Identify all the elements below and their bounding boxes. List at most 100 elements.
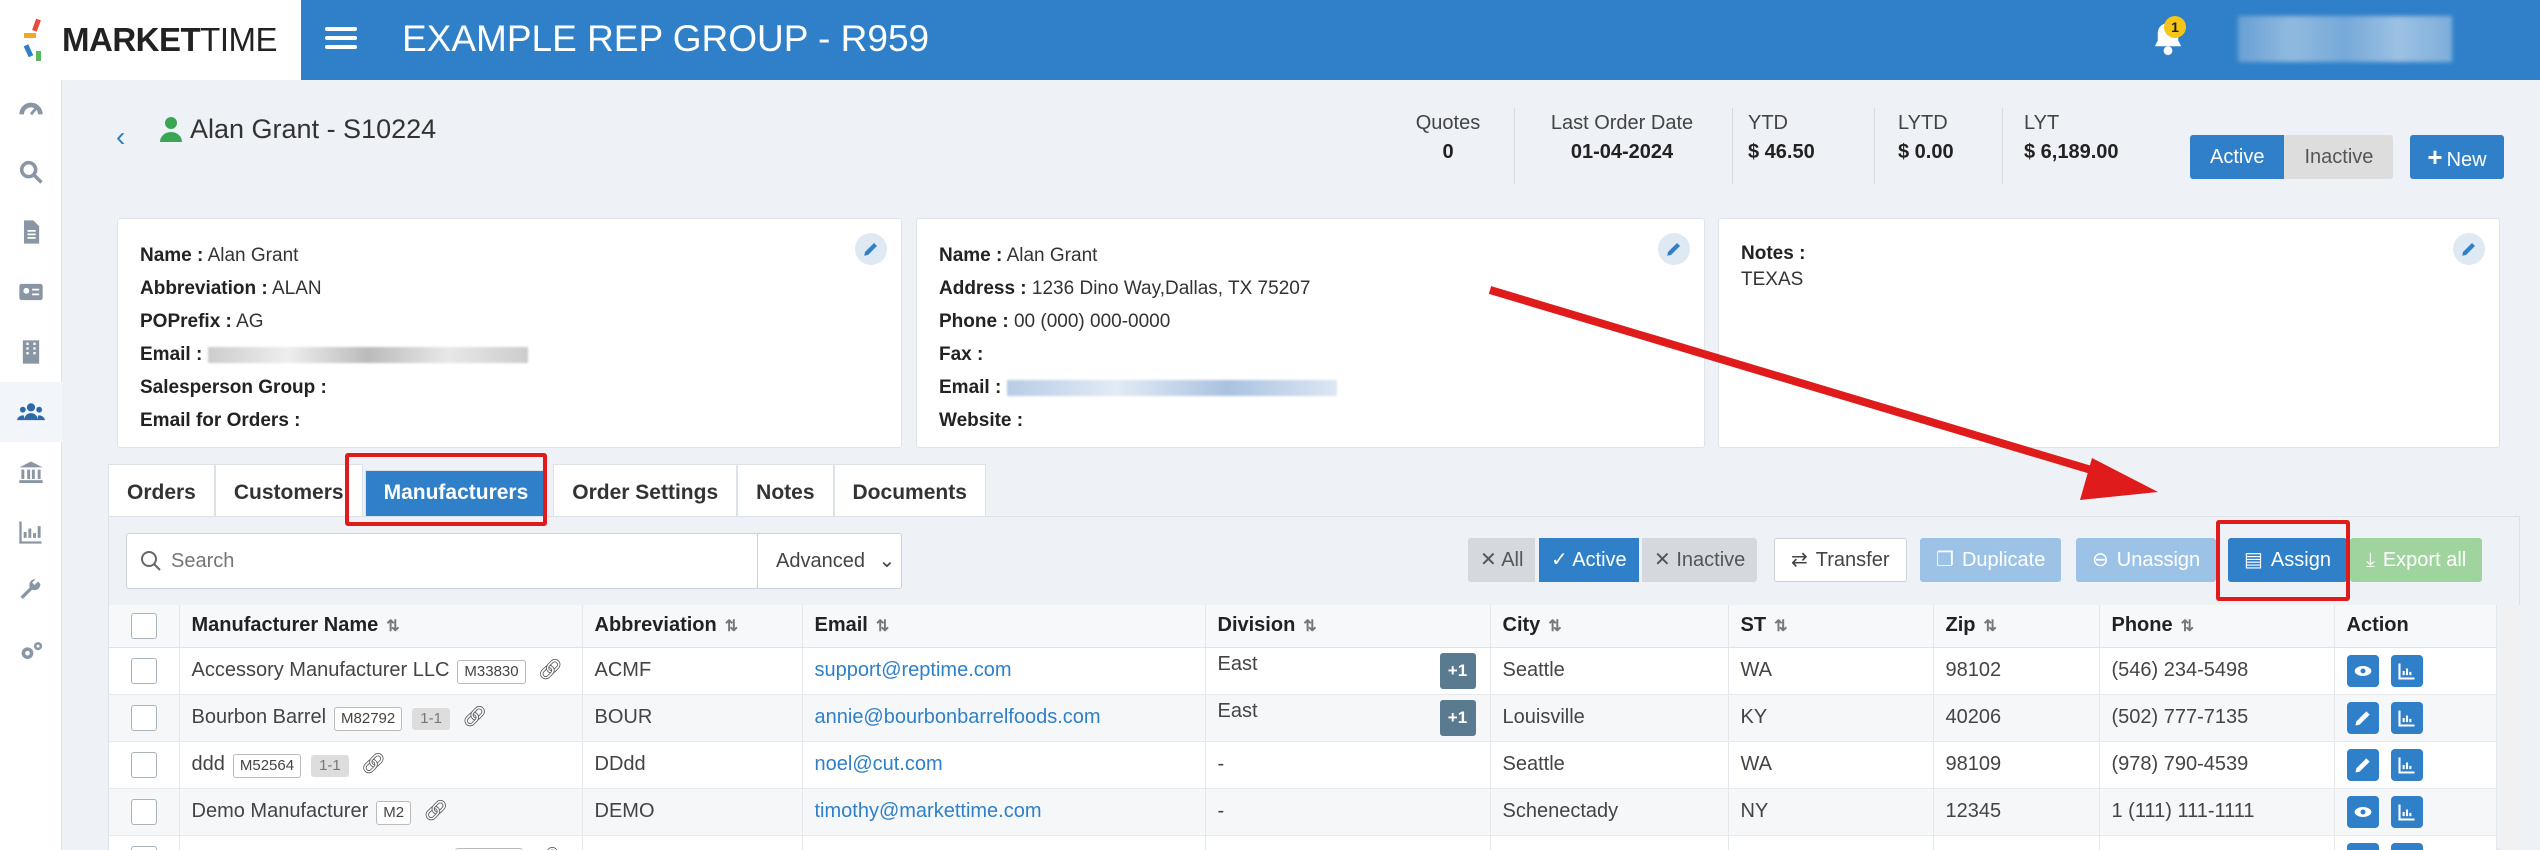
edit-icon [2355,710,2370,725]
tab-orders[interactable]: Orders [108,464,215,522]
link-icon[interactable]: 🔗︎ [462,706,487,728]
tab-notes[interactable]: Notes [737,464,834,522]
duplicate-button[interactable]: ❐ Duplicate [1920,538,2062,582]
sidebar-item-settings[interactable] [0,622,62,682]
tab-customers[interactable]: Customers [214,464,363,522]
column-header-email[interactable]: Email ⇅ [802,605,1206,648]
advanced-search-dropdown[interactable]: Advanced ⌄ [757,533,902,589]
dashboard-icon [19,102,43,116]
chart-icon [19,521,42,544]
sidebar-item-documents[interactable] [0,202,62,262]
minus-circle-icon: ⊖ [2092,549,2109,571]
link-icon[interactable]: 🔗︎ [423,800,448,822]
table-row[interactable]: Accessory Manufacturer LLC M33830 🔗︎ ACMF su… [109,647,2497,695]
cell-email: support@reptime.com [802,647,1206,695]
row-checkbox[interactable] [130,798,157,825]
division-more-badge[interactable]: +1 [1439,652,1476,689]
table-row[interactable]: Demo Manufacturer M2 🔗︎ DEMO timothy@markett… [109,788,2497,836]
table-row[interactable]: ddd M52564 1-1 🔗︎ DDdd noel@cut.com - Seattle WA… [109,741,2497,789]
report-button[interactable] [2390,701,2423,734]
sidebar-item-search[interactable] [0,142,62,202]
edit-button[interactable] [2346,701,2379,734]
assign-button-highlight [2216,520,2350,601]
user-menu[interactable] [2238,16,2452,62]
filter-inactive-button[interactable]: ✕ Inactive [1642,538,1758,582]
email-link[interactable]: noel@cut.com [815,753,943,775]
sort-icon: ⇅ [875,618,890,636]
back-icon[interactable]: ‹ [116,121,125,153]
link-icon[interactable]: 🔗︎ [361,753,386,775]
sidebar-item-tools[interactable] [0,562,62,622]
active-toggle-button[interactable]: Active [2190,135,2285,179]
column-header-abbreviation[interactable]: Abbreviation ⇅ [582,605,803,648]
search-input[interactable] [171,534,751,588]
sidebar-item-companies[interactable] [0,322,62,382]
table-row[interactable]: Bourbon Barrel M82792 1-1 🔗︎ BOUR annie@bourb… [109,694,2497,742]
sidebar-item-users[interactable] [0,382,62,442]
sort-icon: ⇅ [1983,618,1997,636]
edit-contact-button[interactable] [1658,233,1690,265]
manufacturer-name: Demo Manufacturer [191,800,369,822]
table-row[interactable]: DO NOT TOUCH MULTEMSM36622🔗︎DONO HAMMA TI… [109,835,2497,850]
edit-notes-button[interactable] [2453,233,2485,265]
cell-action [2334,835,2497,850]
cell-city: Louisville [1490,694,1729,742]
email-link[interactable]: timothy@markettime.com [815,800,1042,822]
logo[interactable]: MARKETTIME [0,0,301,80]
column-header-city[interactable]: City ⇅ [1490,605,1729,648]
row-checkbox[interactable] [130,657,157,684]
chart-icon [2397,710,2414,727]
stat-lyt: LYT $ 6,189.00 [2024,112,2119,163]
table-scrollbar[interactable] [2500,605,2520,850]
filter-active-button[interactable]: ✓ Active [1539,538,1639,582]
sort-icon: ⇅ [724,618,739,636]
column-header-st[interactable]: ST ⇅ [1728,605,1934,648]
tab-documents[interactable]: Documents [833,464,986,522]
edit-button[interactable] [2346,748,2379,781]
cell-name: Demo Manufacturer M2 🔗︎ [179,788,583,836]
report-button[interactable] [2390,748,2423,781]
search-icon [19,160,43,184]
search-icon [141,551,161,571]
row-checkbox[interactable] [130,845,157,850]
sidebar-item-bank[interactable] [0,442,62,502]
division-more-badge[interactable]: +1 [1439,699,1476,736]
edit-info-button[interactable] [855,233,887,265]
column-header-name[interactable]: Manufacturer Name ⇅ [179,605,583,648]
new-button[interactable]: + New [2410,135,2504,179]
tab-order-settings[interactable]: Order Settings [553,464,738,522]
cell-city: HAMMA TIME [1490,835,1729,850]
inactive-toggle-button[interactable]: Inactive [2284,135,2394,179]
unassign-button[interactable]: ⊖ Unassign [2076,538,2217,582]
filter-inactive-label: Inactive [1676,549,1746,571]
view-button[interactable] [2346,795,2379,828]
sidebar-item-dashboard[interactable] [0,82,62,142]
menu-toggle-button[interactable] [325,22,357,58]
export-all-button[interactable]: ⤓ Export all [2350,538,2483,582]
email-link[interactable]: annie@bourbonbarrelfoods.com [815,706,1101,728]
column-header-zip[interactable]: Zip ⇅ [1933,605,2100,648]
sidebar-item-reports[interactable] [0,502,62,562]
cell-zip: 12345 [1933,788,2100,836]
view-button[interactable] [2346,842,2379,850]
logo-mark-icon [23,18,41,61]
cell-division: East +1 [1205,694,1491,742]
division-text: East [1217,652,1258,675]
filter-all-label: All [1501,549,1524,571]
advanced-label: Advanced [776,550,865,572]
report-button[interactable] [2390,795,2423,828]
report-button[interactable] [2390,842,2423,850]
row-checkbox[interactable] [130,751,157,778]
cell-email: noel@cut.com [802,741,1206,789]
row-checkbox[interactable] [130,704,157,731]
view-button[interactable] [2346,654,2379,687]
link-icon[interactable]: 🔗︎ [538,659,563,681]
filter-all-button[interactable]: ✕ All [1468,538,1536,582]
report-button[interactable] [2390,654,2423,687]
email-link[interactable]: support@reptime.com [815,659,1012,681]
transfer-button[interactable]: ⇄ Transfer [1774,538,1907,582]
select-all-checkbox[interactable] [130,612,157,639]
sidebar-item-contacts[interactable] [0,262,62,322]
column-header-phone[interactable]: Phone ⇅ [2099,605,2335,648]
column-header-division[interactable]: Division ⇅ [1205,605,1491,648]
